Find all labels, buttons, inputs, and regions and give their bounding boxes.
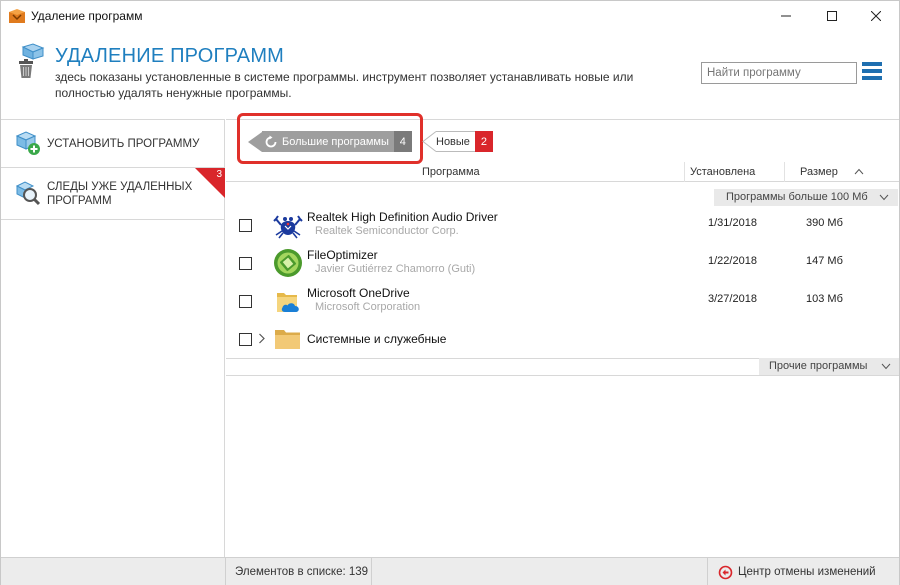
menu-button[interactable] bbox=[862, 62, 882, 82]
item-count: Элементов в списке: 139 bbox=[235, 566, 369, 578]
table-row[interactable]: Realtek High Definition Audio Driver Rea… bbox=[226, 206, 899, 244]
program-name: Microsoft OneDrive bbox=[307, 286, 410, 300]
group-header-other[interactable]: Прочие программы bbox=[759, 358, 899, 375]
table-row[interactable]: Microsoft OneDrive Microsoft Corporation… bbox=[226, 282, 899, 320]
sidebar-item-label: СЛЕДЫ УЖЕ УДАЛЕННЫХ ПРОГРАММ bbox=[47, 181, 193, 207]
program-date: 1/31/2018 bbox=[708, 217, 757, 229]
menu-icon-line bbox=[862, 76, 882, 80]
status-divider bbox=[707, 558, 708, 585]
highlight-frame bbox=[237, 113, 423, 164]
program-publisher: Realtek Semiconductor Corp. bbox=[315, 225, 459, 237]
filter-new-count: 2 bbox=[474, 131, 493, 152]
undo-center-link[interactable]: Центр отмены изменений bbox=[738, 566, 876, 578]
group-header-big[interactable]: Программы больше 100 Мб bbox=[714, 189, 898, 206]
app-window: Удаление программ УДАЛЕНИЕ ПРОГРАММ здес… bbox=[0, 0, 900, 585]
page-title: УДАЛЕНИЕ ПРОГРАММ bbox=[55, 45, 285, 67]
column-size[interactable]: Размер bbox=[800, 166, 838, 178]
folder-icon bbox=[275, 330, 300, 349]
row-checkbox[interactable] bbox=[239, 257, 252, 270]
search-input[interactable] bbox=[701, 62, 857, 84]
search-traces-icon bbox=[15, 181, 41, 206]
sidebar-item-install[interactable]: УСТАНОВИТЬ ПРОГРАММУ bbox=[1, 120, 225, 168]
program-publisher: Javier Gutiérrez Chamorro (Guti) bbox=[315, 263, 476, 275]
filter-new-label: Новые bbox=[436, 135, 470, 148]
chevron-right-icon[interactable] bbox=[258, 333, 266, 344]
program-publisher: Microsoft Corporation bbox=[315, 301, 421, 313]
column-divider bbox=[784, 162, 785, 182]
menu-icon bbox=[862, 62, 882, 66]
program-size: 147 Мб bbox=[806, 255, 843, 267]
row-checkbox[interactable] bbox=[239, 295, 252, 308]
traces-badge-count: 3 bbox=[216, 169, 222, 180]
divider bbox=[226, 375, 899, 376]
program-name: Realtek High Definition Audio Driver bbox=[307, 210, 498, 224]
close-button[interactable] bbox=[853, 1, 899, 31]
filter-new-programs[interactable]: Новые 2 bbox=[422, 131, 493, 152]
table-row[interactable]: FileOptimizer Javier Gutiérrez Chamorro … bbox=[226, 244, 899, 282]
page-header: УДАЛЕНИЕ ПРОГРАММ здесь показаны установ… bbox=[1, 31, 899, 119]
sort-ascending-icon[interactable] bbox=[854, 168, 864, 175]
program-name: FileOptimizer bbox=[307, 248, 378, 262]
menu-icon-line bbox=[862, 69, 882, 73]
minimize-icon bbox=[781, 15, 791, 17]
uninstall-box-icon bbox=[19, 43, 45, 78]
page-description: здесь показаны установленные в системе п… bbox=[55, 70, 634, 100]
undo-center-icon[interactable] bbox=[718, 565, 733, 580]
title-bar: Удаление программ bbox=[1, 1, 899, 31]
column-divider bbox=[684, 162, 685, 182]
program-size: 390 Мб bbox=[806, 217, 843, 229]
row-checkbox[interactable] bbox=[239, 333, 252, 346]
sidebar-item-traces[interactable]: СЛЕДЫ УЖЕ УДАЛЕННЫХ ПРОГРАММ 3 bbox=[1, 168, 225, 220]
program-size: 103 Мб bbox=[806, 293, 843, 305]
program-date: 3/27/2018 bbox=[708, 293, 757, 305]
system-group-row[interactable]: Системные и служебные bbox=[226, 320, 899, 358]
table-header: Программа Установлена Размер bbox=[226, 162, 899, 182]
realtek-crab-icon bbox=[273, 215, 303, 239]
column-program[interactable]: Программа bbox=[422, 166, 480, 178]
filter-arrow bbox=[422, 131, 436, 152]
maximize-button[interactable] bbox=[809, 1, 855, 31]
chevron-down-icon bbox=[879, 194, 889, 201]
filter-body: Новые bbox=[436, 131, 475, 152]
program-date: 1/22/2018 bbox=[708, 255, 757, 267]
row-checkbox[interactable] bbox=[239, 219, 252, 232]
group-big-label: Программы больше 100 Мб bbox=[726, 191, 868, 203]
status-bar: Элементов в списке: 139 Центр отмены изм… bbox=[1, 557, 899, 585]
window-title: Удаление программ bbox=[31, 9, 143, 23]
status-divider bbox=[225, 558, 226, 585]
main-panel: Большие программы 4 Новые 2 Программа Ус… bbox=[226, 113, 899, 557]
onedrive-icon bbox=[277, 293, 299, 312]
system-group-label: Системные и служебные bbox=[307, 332, 447, 346]
app-icon bbox=[9, 9, 25, 23]
sidebar-item-label: УСТАНОВИТЬ ПРОГРАММУ bbox=[47, 138, 200, 150]
maximize-icon bbox=[827, 11, 837, 21]
fileoptimizer-icon bbox=[274, 249, 302, 277]
group-other-label: Прочие программы bbox=[769, 360, 868, 372]
status-divider bbox=[371, 558, 372, 585]
minimize-button[interactable] bbox=[763, 1, 809, 31]
close-icon bbox=[871, 11, 881, 21]
column-installed[interactable]: Установлена bbox=[690, 166, 755, 178]
sidebar: УСТАНОВИТЬ ПРОГРАММУ СЛЕДЫ УЖЕ УДАЛЕННЫХ… bbox=[1, 119, 225, 557]
box-plus-icon bbox=[15, 131, 40, 155]
chevron-down-icon bbox=[881, 363, 891, 370]
